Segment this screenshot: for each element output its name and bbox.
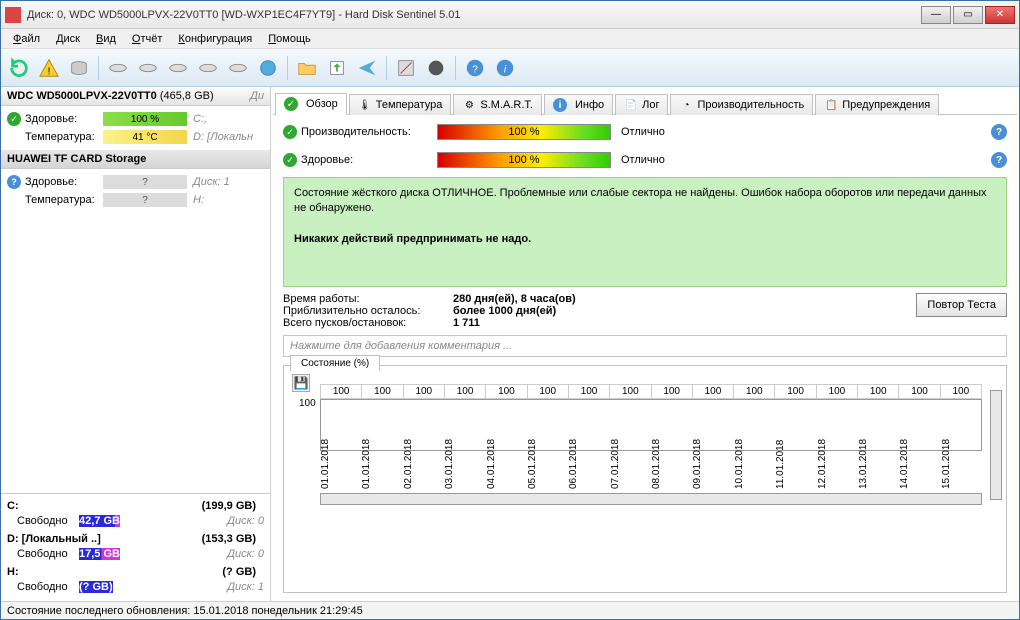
scrollbar-vertical[interactable]: [990, 390, 1002, 500]
gear-icon: ⚙: [462, 98, 476, 112]
gauge-icon: ◔: [679, 98, 693, 112]
health-bar: 100 %: [103, 112, 187, 126]
menu-config[interactable]: Конфигурация: [170, 31, 260, 47]
temp-label: Температура:: [25, 131, 103, 143]
health-label: Здоровье:: [25, 113, 103, 125]
save-icon[interactable]: 💾: [292, 374, 310, 392]
tab-warnings[interactable]: 📋Предупреждения: [815, 94, 939, 115]
info-icon[interactable]: i: [491, 54, 519, 82]
check-icon: ✓: [7, 112, 21, 126]
check-icon: ✓: [284, 97, 298, 111]
tabs: ✓Обзор 🌡Температура ⚙S.M.A.R.T. iИнфо 📄Л…: [273, 89, 1017, 115]
device2-header[interactable]: HUAWEI TF CARD Storage: [1, 150, 270, 169]
help-icon[interactable]: ?: [461, 54, 489, 82]
send-icon[interactable]: [353, 54, 381, 82]
titlebar: Диск: 0, WDC WD5000LPVX-22V0TT0 [WD-WXP1…: [1, 1, 1019, 29]
perf-label: Производительность:: [301, 126, 437, 138]
svg-text:!: !: [48, 66, 51, 77]
check-icon: ✓: [283, 153, 297, 167]
tab-info[interactable]: iИнфо: [544, 94, 613, 115]
partition-list: C:(199,9 GB) Свободно42,7 GBДиск: 0 D: […: [1, 493, 270, 601]
window-title: Диск: 0, WDC WD5000LPVX-22V0TT0 [WD-WXP1…: [27, 9, 921, 21]
power-icon[interactable]: [422, 54, 450, 82]
tab-smart[interactable]: ⚙S.M.A.R.T.: [453, 94, 542, 115]
health-bar: 100 %: [437, 152, 611, 168]
tab-log[interactable]: 📄Лог: [615, 94, 668, 115]
temp-bar: ?: [103, 193, 187, 207]
disk1-icon[interactable]: [104, 54, 132, 82]
health-label: Здоровье:: [301, 154, 437, 166]
folder-icon[interactable]: [293, 54, 321, 82]
info-icon: i: [553, 98, 567, 112]
refresh-button[interactable]: [5, 54, 33, 82]
menu-help[interactable]: Помощь: [260, 31, 319, 47]
device1-name: WDC WD5000LPVX-22V0TT0: [7, 90, 157, 102]
check-icon: ✓: [283, 125, 297, 139]
disk5-icon[interactable]: [224, 54, 252, 82]
chart-panel: Состояние (%) 💾 100100100100100100100100…: [283, 365, 1007, 593]
warn-button[interactable]: !: [35, 54, 63, 82]
temp-label: Температура:: [25, 194, 103, 206]
menu-view[interactable]: Вид: [88, 31, 124, 47]
chart-values: 1001001001001001001001001001001001001001…: [320, 384, 982, 399]
status-text: Состояние жёсткого диска ОТЛИЧНОЕ. Пробл…: [294, 186, 996, 217]
temp-trail: D: [Локальн: [193, 131, 253, 143]
disk4-icon[interactable]: [194, 54, 222, 82]
health-trail: C:,: [193, 113, 207, 125]
health-trail: Диск: 1: [193, 176, 230, 188]
health-bar: ?: [103, 175, 187, 189]
status-action: Никаких действий предпринимать не надо.: [294, 232, 996, 247]
sidebar: WDC WD5000LPVX-22V0TT0 (465,8 GB) Ди ✓ З…: [1, 87, 271, 601]
disk2-icon[interactable]: [134, 54, 162, 82]
svg-text:?: ?: [472, 64, 478, 75]
toolbar: ! ? i: [1, 49, 1019, 87]
health-label: Здоровье:: [25, 176, 103, 188]
menu-report[interactable]: Отчёт: [124, 31, 171, 47]
stats: Время работы:280 дня(ей), 8 часа(ов) При…: [283, 293, 916, 329]
retest-button[interactable]: Повтор Теста: [916, 293, 1007, 317]
status-box: Состояние жёсткого диска ОТЛИЧНОЕ. Пробл…: [283, 177, 1007, 287]
question-icon: ?: [7, 175, 21, 189]
device1-size: (465,8 GB): [160, 90, 214, 102]
settings-icon[interactable]: [392, 54, 420, 82]
menu-file[interactable]: Файл: [5, 31, 48, 47]
help-icon[interactable]: ?: [991, 124, 1007, 140]
perf-verdict: Отлично: [621, 126, 665, 138]
log-icon: 📄: [624, 98, 638, 112]
globe-icon[interactable]: [254, 54, 282, 82]
help-icon[interactable]: ?: [991, 152, 1007, 168]
tab-overview[interactable]: ✓Обзор: [275, 93, 347, 115]
partition-d[interactable]: D: [Локальный ..](153,3 GB) Свободно17,5…: [5, 531, 266, 564]
health-verdict: Отлично: [621, 154, 665, 166]
disks-button[interactable]: [65, 54, 93, 82]
scrollbar-horizontal[interactable]: [320, 493, 982, 505]
statusbar: Состояние последнего обновления: 15.01.2…: [1, 601, 1019, 619]
doc-icon: 📋: [824, 98, 838, 112]
free-bar: 42,7 GB: [79, 515, 120, 527]
partition-h[interactable]: H:(? GB) Свободно(? GB)Диск: 1: [5, 564, 266, 597]
maximize-button[interactable]: ▭: [953, 6, 983, 24]
comment-input[interactable]: Нажмите для добавления комментария ...: [283, 335, 1007, 357]
minimize-button[interactable]: —: [921, 6, 951, 24]
tab-temperature[interactable]: 🌡Температура: [349, 94, 452, 115]
device2-name: HUAWEI TF CARD Storage: [7, 153, 146, 165]
chart-dates: 01.01.201801.01.201802.01.201803.01.2018…: [320, 451, 982, 491]
thermometer-icon: 🌡: [358, 98, 372, 112]
temp-trail: H:: [193, 194, 204, 206]
export-icon[interactable]: [323, 54, 351, 82]
temp-bar: 41 °C: [103, 130, 187, 144]
main-panel: ✓Обзор 🌡Температура ⚙S.M.A.R.T. iИнфо 📄Л…: [271, 87, 1019, 601]
app-icon: [5, 7, 21, 23]
perf-bar: 100 %: [437, 124, 611, 140]
free-bar: 17,5 GB: [79, 548, 120, 560]
device1-header[interactable]: WDC WD5000LPVX-22V0TT0 (465,8 GB) Ди: [1, 87, 270, 106]
menu-disk[interactable]: Диск: [48, 31, 88, 47]
partition-c[interactable]: C:(199,9 GB) Свободно42,7 GBДиск: 0: [5, 498, 266, 531]
menubar: Файл Диск Вид Отчёт Конфигурация Помощь: [1, 29, 1019, 49]
close-button[interactable]: ✕: [985, 6, 1015, 24]
disk3-icon[interactable]: [164, 54, 192, 82]
free-bar: (? GB): [79, 581, 113, 593]
tab-performance[interactable]: ◔Производительность: [670, 94, 813, 115]
